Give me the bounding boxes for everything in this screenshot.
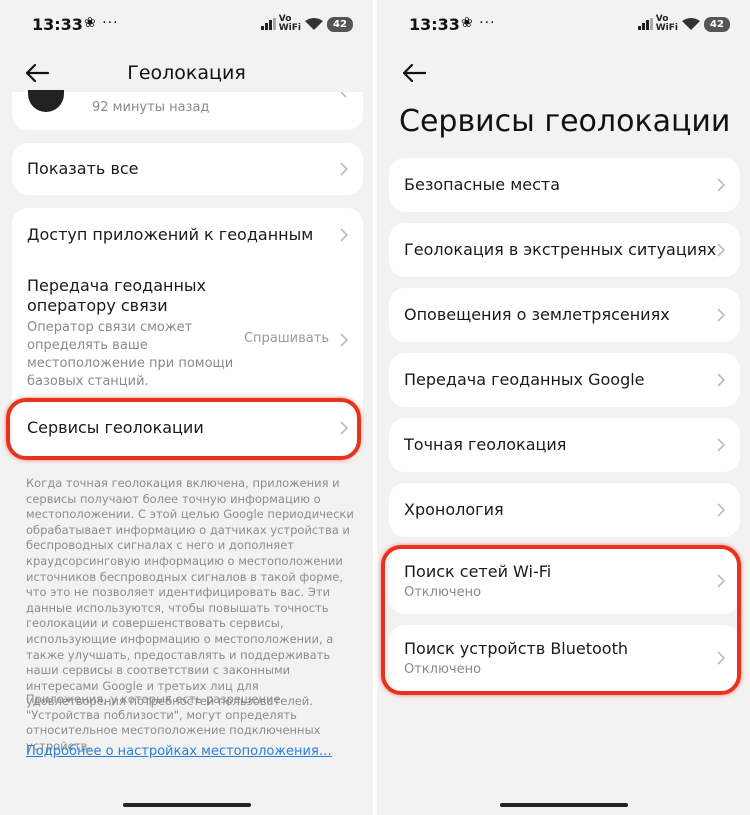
app-access-row[interactable]: Доступ приложений к геоданным — [12, 208, 363, 262]
safe-places-row[interactable]: Безопасные места — [389, 158, 740, 212]
status-bar: 13:33 ❀ ··· Vo WiFi 42 — [377, 14, 750, 38]
show-all-label: Показать все — [27, 159, 139, 178]
chevron-right-icon — [716, 573, 726, 589]
accuracy-footnote: Когда точная геолокация включена, прилож… — [26, 476, 354, 709]
app-avatar — [28, 90, 64, 112]
carrier-location-row[interactable]: Передача геоданных оператору связи Опера… — [12, 268, 363, 396]
settings-card: Доступ приложений к геоданным Передача г… — [12, 208, 363, 460]
bluetooth-scanning-status: Отключено — [404, 662, 482, 677]
chevron-right-icon — [339, 332, 349, 348]
wifi-scanning-row[interactable]: Поиск сетей Wi-Fi Отключено — [389, 548, 740, 614]
precise-location-card[interactable]: Точная геолокация — [389, 418, 740, 472]
location-services-row[interactable]: Сервисы геолокации — [12, 404, 363, 454]
emergency-location-card[interactable]: Геолокация в экстренных ситуациях — [389, 223, 740, 277]
chevron-right-icon — [716, 242, 726, 258]
chevron-right-icon — [339, 161, 349, 177]
show-all-card[interactable]: Показать все — [12, 143, 363, 195]
page-title: Сервисы геолокации — [399, 104, 731, 139]
signal-icon — [638, 18, 653, 30]
battery-icon: 42 — [704, 17, 730, 32]
page-header: Геолокация — [0, 56, 373, 92]
chevron-right-icon — [716, 502, 726, 518]
chevron-right-icon — [716, 307, 726, 323]
wifi-scanning-card[interactable]: Поиск сетей Wi-Fi Отключено — [389, 548, 740, 614]
clock: 13:33 — [32, 15, 83, 34]
wifi-scanning-label: Поиск сетей Wi-Fi — [404, 562, 552, 581]
safe-places-label: Безопасные места — [404, 175, 561, 194]
back-arrow-icon[interactable] — [401, 62, 429, 86]
battery-icon: 42 — [327, 17, 353, 32]
wifi-icon — [682, 18, 700, 30]
page-title: Геолокация — [127, 62, 246, 84]
left-screen: 13:33 ❀ ··· Vo WiFi 42 Геолокация 92 мину… — [0, 0, 373, 815]
signal-icon — [261, 18, 276, 30]
recent-request-card[interactable]: 92 минуты назад — [12, 90, 363, 130]
show-all-row[interactable]: Показать все — [12, 143, 363, 195]
precise-location-row[interactable]: Точная геолокация — [389, 418, 740, 472]
recent-request-time: 92 минуты назад — [92, 100, 210, 115]
precise-location-label: Точная геолокация — [404, 435, 567, 454]
learn-more-link[interactable]: Подробнее о настройках местоположения… — [26, 744, 332, 759]
chevron-right-icon — [339, 227, 349, 243]
emergency-location-label: Геолокация в экстренных ситуациях — [404, 240, 717, 259]
chevron-right-icon — [339, 420, 349, 436]
safe-places-card[interactable]: Безопасные места — [389, 158, 740, 212]
timeline-row[interactable]: Хронология — [389, 483, 740, 537]
vowifi-icon: Vo WiFi — [655, 14, 678, 33]
bluetooth-scanning-card[interactable]: Поиск устройств Bluetooth Отключено — [389, 625, 740, 691]
bluetooth-scanning-row[interactable]: Поиск устройств Bluetooth Отключено — [389, 625, 740, 691]
chevron-right-icon — [716, 650, 726, 666]
earthquake-alerts-card[interactable]: Оповещения о землетрясениях — [389, 288, 740, 342]
chevron-right-icon — [716, 437, 726, 453]
chevron-right-icon — [716, 177, 726, 193]
page-header — [377, 56, 750, 92]
vowifi-icon: Vo WiFi — [278, 14, 301, 33]
home-indicator[interactable] — [122, 803, 251, 807]
notification-icons: ❀ ··· — [461, 15, 496, 31]
google-location-sharing-label: Передача геоданных Google — [404, 370, 645, 389]
location-services-label: Сервисы геолокации — [27, 418, 204, 437]
google-location-sharing-card[interactable]: Передача геоданных Google — [389, 353, 740, 407]
carrier-location-label: Передача геоданных оператору связи — [27, 276, 207, 315]
app-access-label: Доступ приложений к геоданным — [27, 225, 314, 244]
wifi-icon — [305, 18, 323, 30]
timeline-label: Хронология — [404, 500, 504, 519]
chevron-right-icon — [716, 372, 726, 388]
status-bar: 13:33 ❀ ··· Vo WiFi 42 — [0, 14, 373, 38]
clock: 13:33 — [409, 15, 460, 34]
home-indicator[interactable] — [499, 803, 628, 807]
google-location-sharing-row[interactable]: Передача геоданных Google — [389, 353, 740, 407]
notification-icons: ❀ ··· — [84, 15, 119, 31]
right-screen: 13:33 ❀ ··· Vo WiFi 42 Сервисы геолокации… — [377, 0, 750, 815]
earthquake-alerts-label: Оповещения о землетрясениях — [404, 305, 670, 324]
earthquake-alerts-row[interactable]: Оповещения о землетрясениях — [389, 288, 740, 342]
wifi-scanning-status: Отключено — [404, 585, 482, 600]
carrier-location-value: Спрашивать — [243, 331, 329, 346]
carrier-location-description: Оператор связи сможет определять ваше ме… — [27, 320, 234, 389]
bluetooth-scanning-label: Поиск устройств Bluetooth — [404, 639, 628, 658]
timeline-card[interactable]: Хронология — [389, 483, 740, 537]
chevron-right-icon — [339, 92, 349, 108]
emergency-location-row[interactable]: Геолокация в экстренных ситуациях — [389, 223, 740, 277]
